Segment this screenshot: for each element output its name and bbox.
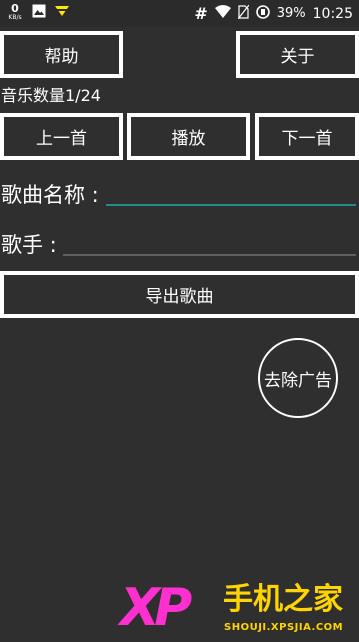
singer-label: 歌手 :	[1, 233, 57, 257]
watermark-url: SHOUJI.XPSJIA.COM	[224, 622, 344, 633]
status-bar-right: # 39% 10:25	[194, 4, 353, 23]
wifi-icon	[214, 5, 231, 22]
battery-percent: 39%	[276, 6, 306, 21]
about-button[interactable]: 关于	[236, 31, 359, 78]
export-song-button[interactable]: 导出歌曲	[0, 271, 359, 318]
image-notification-icon	[32, 3, 46, 22]
battery-saver-icon	[255, 4, 270, 23]
network-speed-value: 0	[11, 1, 19, 15]
no-sim-icon	[237, 4, 250, 23]
remove-ads-button[interactable]: 去除广告	[258, 338, 338, 418]
status-bar: 0 KB/s # 39% 10:25	[0, 0, 359, 27]
watermark: XP 手机之家 SHOUJI.XPSJIA.COM	[120, 578, 359, 642]
download-notification-icon	[54, 3, 70, 22]
watermark-text: 手机之家	[223, 582, 343, 617]
help-button[interactable]: 帮助	[0, 31, 123, 78]
song-name-label: 歌曲名称 :	[1, 183, 99, 207]
singer-underline	[63, 254, 356, 256]
song-name-input[interactable]	[106, 178, 356, 206]
song-name-underline	[106, 204, 356, 206]
previous-song-button[interactable]: 上一首	[0, 113, 123, 160]
status-bar-left: 0 KB/s	[6, 3, 70, 22]
play-button[interactable]: 播放	[127, 113, 250, 160]
network-speed: 0 KB/s	[6, 1, 24, 22]
watermark-logo: XP	[120, 578, 192, 638]
clock: 10:25	[312, 5, 353, 22]
network-speed-unit: KB/s	[8, 13, 22, 21]
singer-input[interactable]	[63, 228, 356, 256]
next-song-button[interactable]: 下一首	[255, 113, 359, 160]
music-count-label: 音乐数量1/24	[1, 86, 101, 105]
hash-icon: #	[194, 4, 208, 23]
